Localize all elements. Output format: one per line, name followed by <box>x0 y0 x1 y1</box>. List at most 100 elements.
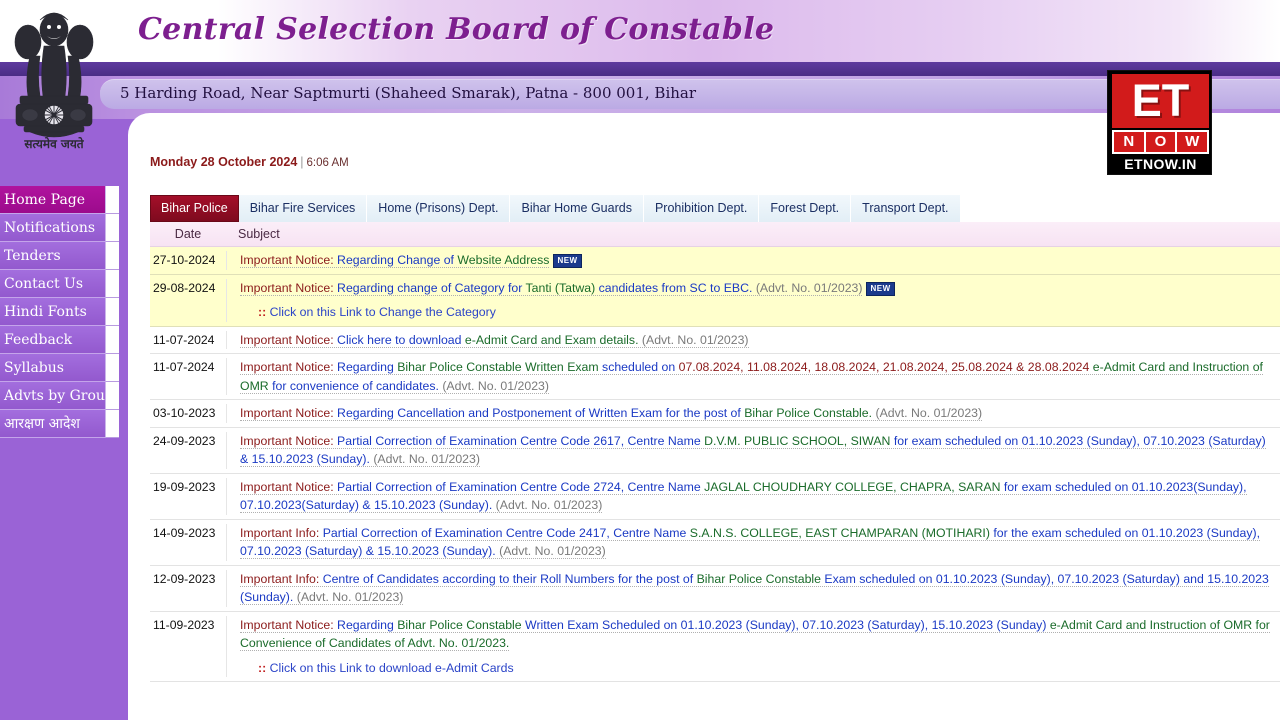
tab-home-prisons-dept[interactable]: Home (Prisons) Dept. <box>367 195 511 222</box>
column-header-subject: Subject <box>238 227 280 241</box>
sidebar-tick-5 <box>105 298 119 326</box>
notice-text-segment: Important Info: <box>240 525 320 540</box>
notice-text-segment: Important Notice: <box>240 360 334 374</box>
notice-subject: Important Info: Centre of Candidates acc… <box>226 569 1280 607</box>
sidebar-tick-1 <box>105 186 119 214</box>
notice-link-text[interactable]: Important Notice: Partial Correction of … <box>240 433 1266 467</box>
site-title: Central Selection Board of Constable <box>138 12 775 47</box>
notice-text-segment: (Advt. No. 01/2023) <box>492 498 603 512</box>
notice-link-text[interactable]: Important Notice: Regarding change of Ca… <box>240 280 863 296</box>
sidebar-item-7[interactable]: Syllabus <box>0 354 105 382</box>
notice-text-segment: for convenience of candidates. <box>268 378 439 393</box>
notice-text-segment: (Advt. No. 01/2023) <box>752 280 863 295</box>
notice-text-segment: Regarding <box>333 360 394 374</box>
sidebar-tick-2 <box>105 214 119 242</box>
notice-text-segment: e-Admit Card and Exam details. <box>461 332 639 347</box>
sidebar-item-3[interactable]: Tenders <box>0 242 105 270</box>
sidebar-item-1[interactable]: Home Page <box>0 186 105 214</box>
table-row[interactable]: 29-08-2024 Important Notice: Regarding ch… <box>150 274 1280 327</box>
sidebar-tick-7 <box>105 354 119 382</box>
tab-bihar-home-guards[interactable]: Bihar Home Guards <box>510 195 644 222</box>
notice-subject: Important Notice: Regarding change of Ca… <box>226 278 1280 322</box>
ashoka-emblem-icon: सत्यमेव जयते <box>0 0 108 165</box>
etnow-letter-n: N <box>1114 132 1144 152</box>
notice-text-segment: Important Notice: <box>240 280 334 295</box>
notice-text-segment: (Advt. No. 01/2023) <box>293 590 404 604</box>
notice-link-text[interactable]: Important Notice: Regarding Change of We… <box>240 253 550 268</box>
sidebar-tick-column <box>105 186 119 438</box>
notice-text-segment: Regarding Cancellation and Postponement … <box>333 406 741 420</box>
sidebar-item-2[interactable]: Notifications <box>0 214 105 242</box>
notice-text-segment: Regarding <box>333 617 394 632</box>
notice-link-text[interactable]: Important Notice: Regarding Bihar Police… <box>240 360 1263 394</box>
tab-forest-dept[interactable]: Forest Dept. <box>759 195 852 222</box>
notice-text-segment: Important Notice: <box>240 433 334 448</box>
notice-link-text[interactable]: Important Notice: Regarding Cancellation… <box>240 406 983 421</box>
sidebar-item-4[interactable]: Contact Us <box>0 270 105 298</box>
etnow-now-block: N O W <box>1112 130 1209 154</box>
notice-text-segment: S.A.N.S. COLLEGE, EAST CHAMPARAN (MOTIHA… <box>686 525 990 540</box>
date-time-separator: | <box>300 155 304 169</box>
etnow-letter-o: O <box>1145 132 1176 152</box>
tab-bihar-fire-services[interactable]: Bihar Fire Services <box>238 195 368 222</box>
notice-link-text[interactable]: Important Info: Centre of Candidates acc… <box>240 571 1269 605</box>
notice-sublink[interactable]: :: Click on this Link to Change the Cate… <box>240 303 1274 322</box>
notice-text-segment: (Advt. No. 01/2023) <box>495 544 606 558</box>
notice-text-segment: Bihar Police Constable Written Exam <box>393 360 599 374</box>
header-divider-bar <box>0 62 1280 76</box>
sidebar-item-9[interactable]: आरक्षण आदेश <box>0 410 105 438</box>
table-row[interactable]: 11-07-2024 Important Notice: Click here t… <box>150 327 1280 354</box>
notice-text-segment: 07.08.2024, 11.08.2024, 18.08.2024, 21.0… <box>675 360 1090 374</box>
notice-text-segment: (Advt. No. 01/2023) <box>438 378 549 393</box>
notice-text-segment: (Advt. No. 01/2023) <box>369 452 480 466</box>
notice-text-segment: JAGLAL CHOUDHARY COLLEGE, CHAPRA, SARAN <box>700 479 1001 494</box>
notice-text-segment: Important Notice: <box>240 479 334 494</box>
notice-text-segment: Bihar Police Constable <box>393 617 522 632</box>
notice-subject: Important Info: Partial Correction of Ex… <box>226 523 1280 561</box>
sidebar: Home Page Notifications Tenders Contact Us H… <box>0 127 128 720</box>
table-row[interactable]: 12-09-2023 Important Info: Centre of Cand… <box>150 566 1280 612</box>
table-row[interactable]: 03-10-2023 Important Notice: Regarding Ca… <box>150 400 1280 428</box>
notice-link-text[interactable]: Important Notice: Partial Correction of … <box>240 479 1247 513</box>
table-row[interactable]: 11-07-2024 Important Notice: Regarding Bi… <box>150 354 1280 400</box>
notice-text-segment: Important Notice: <box>240 617 334 632</box>
current-time: 6:06 AM <box>306 157 349 169</box>
table-row[interactable]: 27-10-2024 Important Notice: Regarding Ch… <box>150 247 1280 275</box>
table-row[interactable]: 24-09-2023 Important Notice: Partial Corr… <box>150 428 1280 474</box>
tab-prohibition-dept[interactable]: Prohibition Dept. <box>643 195 760 222</box>
notice-date: 19-09-2023 <box>153 479 216 494</box>
tab-bihar-police[interactable]: Bihar Police <box>150 195 239 222</box>
notice-date: 03-10-2023 <box>153 406 216 420</box>
notice-sublink[interactable]: :: Click on this Link to download e-Admi… <box>240 659 1274 678</box>
table-row[interactable]: 19-09-2023 Important Notice: Partial Corr… <box>150 474 1280 520</box>
notice-link-text[interactable]: Important Notice: Click here to download… <box>240 332 749 348</box>
notice-link-text[interactable]: Important Notice: Regarding Bihar Police… <box>240 617 1270 651</box>
department-tabs[interactable]: Bihar Police Bihar Fire Services Home (Pri… <box>150 195 961 222</box>
notice-date: 12-09-2023 <box>153 571 216 586</box>
notice-subject: Important Notice: Regarding Change of We… <box>226 251 1280 270</box>
notice-text-segment: Important Info: <box>240 571 320 586</box>
sidebar-item-8[interactable]: Advts by Group <box>0 382 105 410</box>
sublink-label: Click on this Link to download e-Admit C… <box>266 660 514 675</box>
notice-text-segment: Partial Correction of Examination Centre… <box>333 479 701 494</box>
notice-text-segment: Bihar Police Constable. <box>740 406 873 420</box>
notice-link-text[interactable]: Important Info: Partial Correction of Ex… <box>240 525 1260 559</box>
notice-text-segment: Partial Correction of Examination Centre… <box>333 433 701 448</box>
notice-text-segment: Click here to download <box>333 332 462 347</box>
sidebar-item-6[interactable]: Feedback <box>0 326 105 354</box>
sidebar-tick-3 <box>105 242 119 270</box>
notice-text-segment: Important Notice: <box>240 253 334 267</box>
notice-text-segment: Regarding Change of <box>333 253 454 267</box>
notices-table-body: 27-10-2024 Important Notice: Regarding Ch… <box>150 247 1280 682</box>
tab-transport-dept[interactable]: Transport Dept. <box>851 195 961 222</box>
etnow-letter-w: W <box>1177 132 1208 152</box>
notice-text-segment: Tanti (Tatwa) <box>522 280 596 295</box>
table-row[interactable]: 14-09-2023 Important Info: Partial Correc… <box>150 520 1280 566</box>
sidebar-item-5[interactable]: Hindi Fonts <box>0 298 105 326</box>
etnow-et-text: ET <box>1112 74 1209 128</box>
etnow-watermark-logo: ET N O W ETNOW.IN <box>1107 70 1212 175</box>
sidebar-tick-4 <box>105 270 119 298</box>
sidebar-menu: Home Page Notifications Tenders Contact Us H… <box>0 186 105 438</box>
table-row[interactable]: 11-09-2023 Important Notice: Regarding Bi… <box>150 612 1280 682</box>
notice-text-segment: D.V.M. PUBLIC SCHOOL, SIWAN <box>700 433 891 448</box>
